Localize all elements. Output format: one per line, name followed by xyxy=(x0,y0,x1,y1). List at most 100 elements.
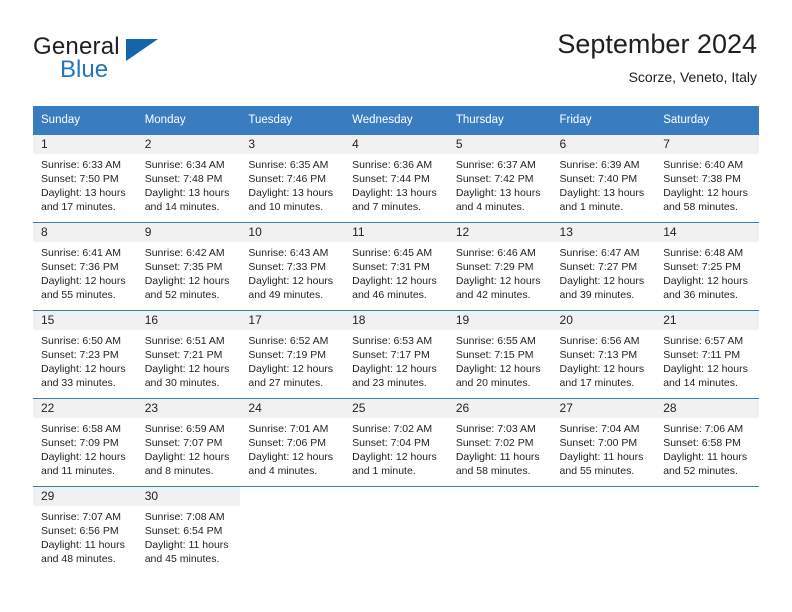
day-number: 2 xyxy=(136,135,241,154)
daylight-text-line1: Daylight: 12 hours xyxy=(248,363,334,375)
sunrise-text: Sunrise: 6:50 AM xyxy=(41,335,121,347)
day-cell[interactable]: 5 Sunrise: 6:37 AM Sunset: 7:42 PM Dayli… xyxy=(447,135,552,222)
daylight-text-line1: Daylight: 12 hours xyxy=(455,363,541,375)
day-cell[interactable]: 19 Sunrise: 6:55 AM Sunset: 7:15 PM Dayl… xyxy=(447,311,552,398)
sunrise-text: Sunrise: 6:40 AM xyxy=(663,159,744,171)
day-details: Sunrise: 6:55 AM Sunset: 7:15 PM Dayligh… xyxy=(448,330,552,390)
daylight-text-line1: Daylight: 11 hours xyxy=(663,451,748,463)
daylight-text-line2: and 14 minutes. xyxy=(663,377,738,389)
day-number: 8 xyxy=(33,223,137,242)
day-cell[interactable]: 15 Sunrise: 6:50 AM Sunset: 7:23 PM Dayl… xyxy=(33,311,137,398)
day-cell[interactable]: 27 Sunrise: 7:04 AM Sunset: 7:00 PM Dayl… xyxy=(551,399,656,486)
day-details: Sunrise: 7:06 AM Sunset: 6:58 PM Dayligh… xyxy=(655,418,759,478)
page-title: September 2024 xyxy=(557,29,757,59)
sunrise-text: Sunrise: 6:55 AM xyxy=(455,335,536,347)
day-cell[interactable]: 30 Sunrise: 7:08 AM Sunset: 6:54 PM Dayl… xyxy=(136,487,241,582)
weekday-header-saturday: Saturday xyxy=(655,106,759,135)
sunset-text: Sunset: 7:44 PM xyxy=(352,173,430,185)
daylight-text-line2: and 45 minutes. xyxy=(144,553,220,565)
sunset-text: Sunset: 7:23 PM xyxy=(41,349,119,361)
day-cell[interactable]: 21 Sunrise: 6:57 AM Sunset: 7:11 PM Dayl… xyxy=(655,311,759,398)
day-cell[interactable]: 9 Sunrise: 6:42 AM Sunset: 7:35 PM Dayli… xyxy=(136,223,241,310)
day-cell[interactable]: 1 Sunrise: 6:33 AM Sunset: 7:50 PM Dayli… xyxy=(33,135,137,222)
day-details: Sunrise: 6:35 AM Sunset: 7:46 PM Dayligh… xyxy=(240,154,344,214)
weekday-header-tuesday: Tuesday xyxy=(240,106,345,135)
day-number: 11 xyxy=(344,223,448,242)
day-details: Sunrise: 7:01 AM Sunset: 7:06 PM Dayligh… xyxy=(240,418,344,478)
day-cell[interactable]: 18 Sunrise: 6:53 AM Sunset: 7:17 PM Dayl… xyxy=(344,311,448,398)
day-cell[interactable]: 28 Sunrise: 7:06 AM Sunset: 6:58 PM Dayl… xyxy=(655,399,759,486)
day-number: 5 xyxy=(447,135,552,154)
sunrise-text: Sunrise: 7:01 AM xyxy=(248,423,329,435)
week-row: 1 Sunrise: 6:33 AM Sunset: 7:50 PM Dayli… xyxy=(33,134,759,223)
sunrise-text: Sunrise: 6:45 AM xyxy=(352,247,433,259)
sunset-text: Sunset: 7:38 PM xyxy=(663,173,741,185)
sunrise-text: Sunrise: 6:59 AM xyxy=(144,423,225,435)
sunrise-text: Sunrise: 6:56 AM xyxy=(559,335,640,347)
day-cell[interactable]: 20 Sunrise: 6:56 AM Sunset: 7:13 PM Dayl… xyxy=(551,311,656,398)
day-cell[interactable]: 13 Sunrise: 6:47 AM Sunset: 7:27 PM Dayl… xyxy=(551,223,656,310)
day-cell[interactable]: 14 Sunrise: 6:48 AM Sunset: 7:25 PM Dayl… xyxy=(655,223,759,310)
day-number: 29 xyxy=(33,487,137,506)
day-number: 16 xyxy=(136,311,241,330)
day-cell[interactable]: 24 Sunrise: 7:01 AM Sunset: 7:06 PM Dayl… xyxy=(240,399,345,486)
sunrise-text: Sunrise: 6:47 AM xyxy=(559,247,640,259)
sunset-text: Sunset: 7:00 PM xyxy=(559,437,638,449)
day-cell[interactable]: 2 Sunrise: 6:34 AM Sunset: 7:48 PM Dayli… xyxy=(136,135,241,222)
day-number: 7 xyxy=(655,135,759,154)
day-cell[interactable]: 8 Sunrise: 6:41 AM Sunset: 7:36 PM Dayli… xyxy=(33,223,137,310)
day-cell[interactable]: 7 Sunrise: 6:40 AM Sunset: 7:38 PM Dayli… xyxy=(655,135,759,222)
daylight-text-line2: and 4 minutes. xyxy=(455,201,525,213)
weekday-header-monday: Monday xyxy=(136,106,241,135)
daylight-text-line2: and 11 minutes. xyxy=(41,465,115,477)
day-cell[interactable]: 3 Sunrise: 6:35 AM Sunset: 7:46 PM Dayli… xyxy=(240,135,345,222)
day-details: Sunrise: 6:47 AM Sunset: 7:27 PM Dayligh… xyxy=(552,242,656,302)
day-number xyxy=(447,487,552,506)
day-cell[interactable]: 25 Sunrise: 7:02 AM Sunset: 7:04 PM Dayl… xyxy=(344,399,448,486)
sunset-text: Sunset: 7:04 PM xyxy=(352,437,430,449)
day-cell[interactable]: 12 Sunrise: 6:46 AM Sunset: 7:29 PM Dayl… xyxy=(447,223,552,310)
day-number: 6 xyxy=(551,135,656,154)
day-details: Sunrise: 6:48 AM Sunset: 7:25 PM Dayligh… xyxy=(655,242,759,302)
daylight-text-line2: and 36 minutes. xyxy=(663,289,738,301)
day-cell[interactable]: 23 Sunrise: 6:59 AM Sunset: 7:07 PM Dayl… xyxy=(136,399,241,486)
daylight-text-line1: Daylight: 13 hours xyxy=(248,187,334,199)
logo-triangle-icon xyxy=(126,39,158,61)
sunrise-text: Sunrise: 7:06 AM xyxy=(663,423,744,435)
day-number: 4 xyxy=(344,135,448,154)
day-number: 26 xyxy=(447,399,552,418)
weekday-header-wednesday: Wednesday xyxy=(344,106,448,135)
day-details: Sunrise: 7:03 AM Sunset: 7:02 PM Dayligh… xyxy=(448,418,552,478)
day-cell[interactable]: 6 Sunrise: 6:39 AM Sunset: 7:40 PM Dayli… xyxy=(551,135,656,222)
day-number: 25 xyxy=(344,399,448,418)
daylight-text-line2: and 4 minutes. xyxy=(248,465,318,477)
day-cell[interactable]: 11 Sunrise: 6:45 AM Sunset: 7:31 PM Dayl… xyxy=(344,223,448,310)
day-details: Sunrise: 6:53 AM Sunset: 7:17 PM Dayligh… xyxy=(344,330,448,390)
day-cell[interactable]: 22 Sunrise: 6:58 AM Sunset: 7:09 PM Dayl… xyxy=(33,399,137,486)
day-number xyxy=(240,487,345,506)
sunset-text: Sunset: 7:25 PM xyxy=(663,261,741,273)
day-number: 9 xyxy=(136,223,241,242)
daylight-text-line1: Daylight: 13 hours xyxy=(41,187,126,199)
daylight-text-line1: Daylight: 12 hours xyxy=(144,451,230,463)
sunset-text: Sunset: 7:15 PM xyxy=(455,349,534,361)
day-number xyxy=(655,487,759,506)
calendar-body: 1 Sunrise: 6:33 AM Sunset: 7:50 PM Dayli… xyxy=(33,134,759,582)
day-cell[interactable]: 17 Sunrise: 6:52 AM Sunset: 7:19 PM Dayl… xyxy=(240,311,345,398)
daylight-text-line1: Daylight: 12 hours xyxy=(455,275,541,287)
daylight-text-line1: Daylight: 11 hours xyxy=(144,539,229,551)
day-number: 13 xyxy=(551,223,656,242)
day-cell[interactable]: 16 Sunrise: 6:51 AM Sunset: 7:21 PM Dayl… xyxy=(136,311,241,398)
day-cell[interactable]: 26 Sunrise: 7:03 AM Sunset: 7:02 PM Dayl… xyxy=(447,399,552,486)
day-cell-empty xyxy=(344,487,448,582)
day-number: 23 xyxy=(136,399,241,418)
day-cell[interactable]: 4 Sunrise: 6:36 AM Sunset: 7:44 PM Dayli… xyxy=(344,135,448,222)
day-details: Sunrise: 6:33 AM Sunset: 7:50 PM Dayligh… xyxy=(33,154,137,214)
day-cell[interactable]: 29 Sunrise: 7:07 AM Sunset: 6:56 PM Dayl… xyxy=(33,487,137,582)
day-details: Sunrise: 6:52 AM Sunset: 7:19 PM Dayligh… xyxy=(240,330,344,390)
sunrise-text: Sunrise: 7:03 AM xyxy=(455,423,536,435)
logo-text-blue: Blue xyxy=(60,56,109,83)
day-details: Sunrise: 6:42 AM Sunset: 7:35 PM Dayligh… xyxy=(137,242,241,302)
sunset-text: Sunset: 6:56 PM xyxy=(41,525,119,537)
day-cell[interactable]: 10 Sunrise: 6:43 AM Sunset: 7:33 PM Dayl… xyxy=(240,223,345,310)
